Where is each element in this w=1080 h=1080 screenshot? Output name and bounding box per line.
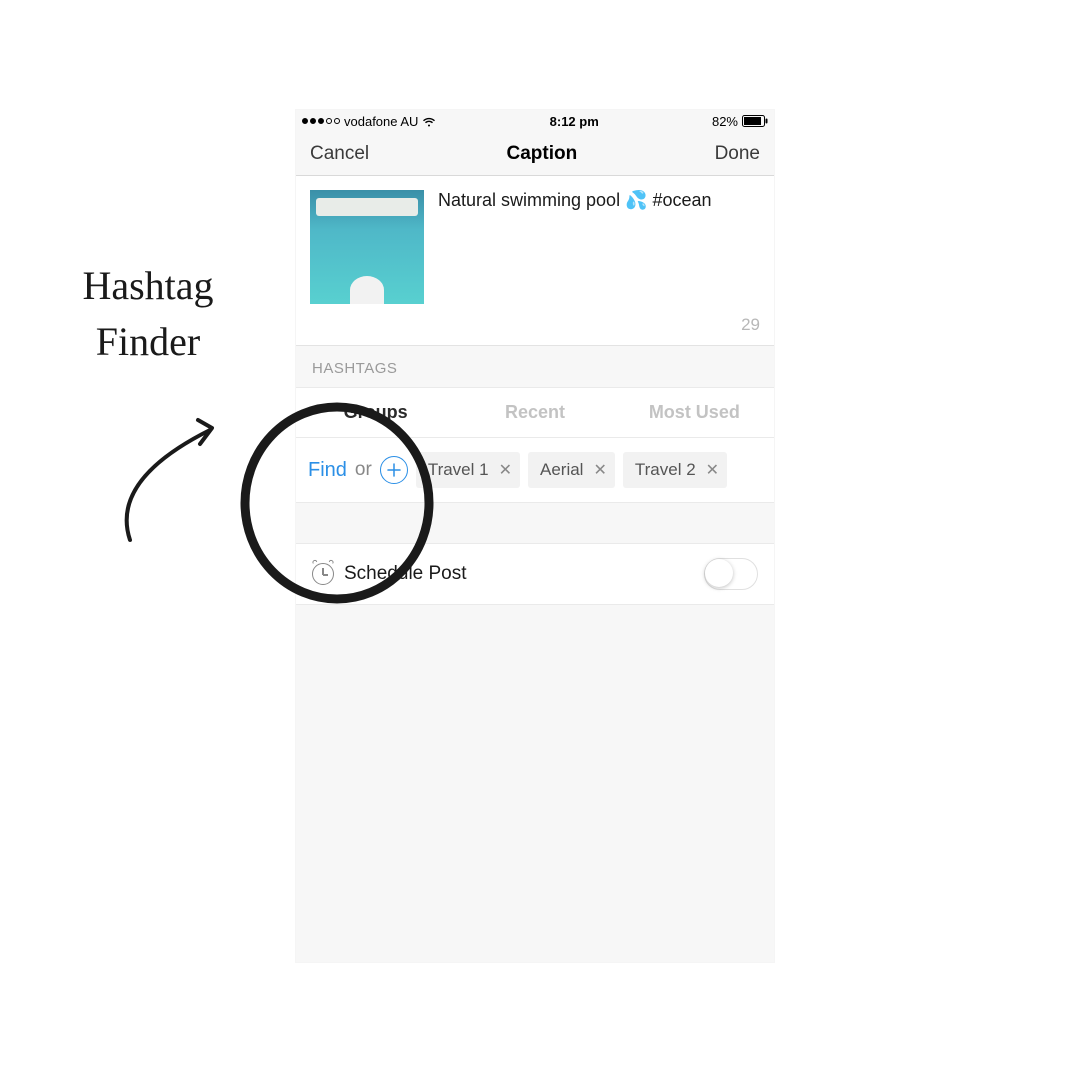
- annotation-label: Hashtag Finder: [48, 258, 248, 370]
- add-group-button[interactable]: [380, 456, 408, 484]
- status-right: 82%: [712, 114, 768, 129]
- status-left: vodafone AU: [302, 114, 436, 129]
- tab-recent[interactable]: Recent: [455, 388, 614, 437]
- find-link[interactable]: Find: [308, 459, 347, 482]
- hashtag-tabs: Groups Recent Most Used: [296, 387, 774, 438]
- chip-remove-icon[interactable]: ✕: [593, 460, 606, 480]
- done-button[interactable]: Done: [715, 143, 760, 165]
- carrier-label: vodafone AU: [344, 114, 418, 129]
- phone-screen: vodafone AU 8:12 pm 82% Cancel Caption D…: [296, 110, 774, 962]
- hashtag-group-chip[interactable]: Travel 2 ✕: [623, 452, 727, 488]
- status-bar: vodafone AU 8:12 pm 82%: [296, 110, 774, 132]
- chip-remove-icon[interactable]: ✕: [706, 460, 719, 480]
- caption-area: Natural swimming pool 💦 #ocean 29: [296, 176, 774, 346]
- schedule-label: Schedule Post: [344, 563, 467, 585]
- battery-label: 82%: [712, 114, 738, 129]
- tab-most-used[interactable]: Most Used: [615, 388, 774, 437]
- signal-strength-icon: [302, 118, 340, 124]
- chip-label: Travel 1: [428, 460, 489, 480]
- wifi-icon: [422, 116, 436, 127]
- plus-icon: [387, 463, 401, 477]
- or-text: or: [355, 459, 372, 481]
- nav-bar: Cancel Caption Done: [296, 132, 774, 176]
- battery-icon: [742, 115, 768, 127]
- alarm-clock-icon: [312, 563, 334, 585]
- post-thumbnail[interactable]: [310, 190, 424, 304]
- chip-remove-icon[interactable]: ✕: [499, 460, 512, 480]
- cancel-button[interactable]: Cancel: [310, 143, 369, 165]
- schedule-toggle[interactable]: [704, 558, 758, 590]
- character-count: 29: [741, 315, 760, 335]
- annotation-arrow: [90, 390, 260, 560]
- status-time: 8:12 pm: [550, 114, 599, 129]
- annotation-line2: Finder: [48, 314, 248, 370]
- schedule-post-row: Schedule Post: [296, 543, 774, 605]
- tab-groups[interactable]: Groups: [296, 388, 455, 437]
- chip-label: Aerial: [540, 460, 583, 480]
- hashtag-group-chip[interactable]: Travel 1 ✕: [416, 452, 520, 488]
- chip-label: Travel 2: [635, 460, 696, 480]
- annotation-line1: Hashtag: [48, 258, 248, 314]
- hashtag-group-row: Find or Travel 1 ✕ Aerial ✕ Travel 2 ✕: [296, 438, 774, 503]
- hashtag-group-chip[interactable]: Aerial ✕: [528, 452, 615, 488]
- nav-title: Caption: [507, 143, 578, 165]
- caption-input[interactable]: Natural swimming pool 💦 #ocean: [438, 190, 760, 331]
- hashtags-section-header: HASHTAGS: [296, 346, 774, 387]
